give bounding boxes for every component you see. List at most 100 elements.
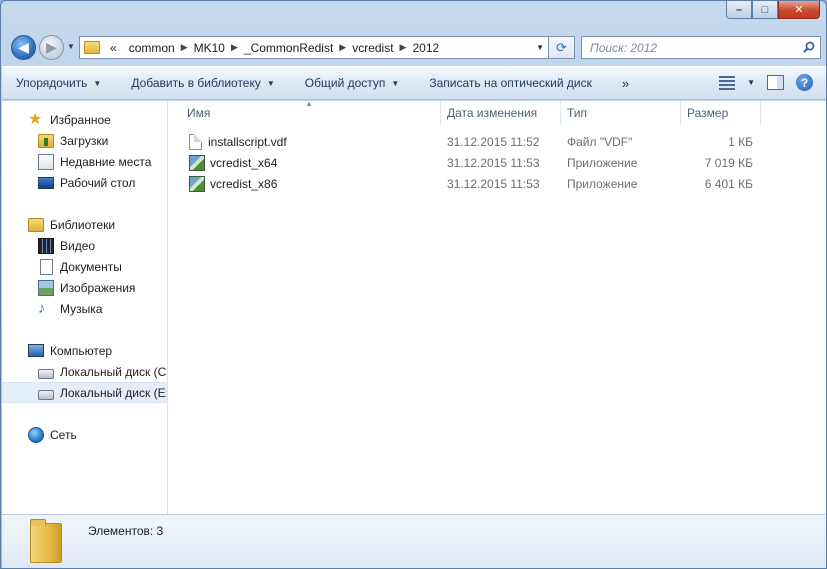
file-type: Файл "VDF" [567, 134, 633, 149]
chevron-right-icon[interactable]: ▶ [400, 42, 407, 53]
share-button[interactable]: Общий доступ ▼ [305, 76, 400, 90]
nav-item-documents[interactable]: Документы [2, 256, 167, 277]
navigation-pane[interactable]: ★ Избранное Загрузки Недавние места Рабо… [2, 101, 168, 514]
nav-item-images[interactable]: Изображения [2, 277, 167, 298]
nav-item-drive-e[interactable]: Локальный диск (E:) [2, 382, 167, 403]
nav-network-label: Сеть [50, 427, 77, 442]
nav-item-video[interactable]: Видео [2, 235, 167, 256]
content-area: ★ Избранное Загрузки Недавние места Рабо… [2, 99, 826, 514]
vdf-file-icon [189, 133, 202, 150]
nav-computer-label: Компьютер [50, 343, 113, 358]
nav-item-label: Локальный диск (E:) [60, 385, 167, 400]
forward-button[interactable]: ▶ [39, 35, 64, 60]
burn-label: Записать на оптический диск [429, 76, 592, 90]
more-commands-button[interactable]: » [622, 76, 629, 91]
chevron-right-icon[interactable]: ▶ [181, 42, 188, 53]
maximize-button[interactable]: □ [752, 1, 778, 19]
system-drive-icon [38, 368, 54, 379]
video-library-icon [38, 237, 54, 254]
desktop-icon [38, 176, 54, 189]
nav-item-label: Музыка [60, 301, 103, 316]
explorer-window: – □ ✕ ◀ ▶ ▼ « common ▶ MK10 ▶ _CommonRed… [0, 0, 827, 569]
nav-item-label: Недавние места [60, 154, 152, 169]
hard-drive-icon [38, 389, 54, 400]
file-size: 1 КБ [728, 134, 753, 149]
nav-item-label: Изображения [60, 280, 136, 295]
nav-favorites-label: Избранное [50, 112, 111, 127]
chevron-down-icon: ▼ [266, 78, 275, 88]
nav-network[interactable]: Сеть [2, 424, 167, 445]
recent-pages-dropdown[interactable]: ▼ [67, 42, 75, 51]
search-input[interactable] [590, 40, 790, 55]
file-list[interactable]: ▲ Имя Дата изменения Тип Размер installs… [169, 99, 826, 514]
file-type: Приложение [567, 176, 638, 191]
nav-favorites[interactable]: ★ Избранное [2, 109, 167, 130]
breadcrumb-overflow[interactable]: « [104, 41, 123, 55]
back-button[interactable]: ◀ [11, 35, 36, 60]
documents-library-icon [40, 258, 53, 275]
file-name-cell[interactable]: installscript.vdf [189, 131, 287, 152]
file-name: vcredist_x86 [210, 176, 278, 191]
nav-item-music[interactable]: ♪ Музыка [2, 298, 167, 319]
item-count: Элементов: 3 [88, 524, 164, 538]
breadcrumb-commonredist[interactable]: _CommonRedist [238, 41, 339, 55]
nav-item-drive-c[interactable]: Локальный диск (C:) [2, 361, 167, 382]
nav-item-recent-places[interactable]: Недавние места [2, 151, 167, 172]
nav-computer[interactable]: Компьютер [2, 340, 167, 361]
help-icon[interactable]: ? [796, 74, 813, 91]
column-header-name[interactable]: Имя [181, 101, 441, 125]
view-options-dropdown[interactable]: ▼ [747, 78, 755, 87]
nav-item-desktop[interactable]: Рабочий стол [2, 172, 167, 193]
burn-button[interactable]: Записать на оптический диск [429, 76, 592, 90]
nav-item-label: Рабочий стол [60, 175, 136, 190]
file-name-cell[interactable]: vcredist_x64 [189, 152, 277, 173]
star-icon: ★ [28, 110, 43, 128]
installer-icon [189, 154, 205, 171]
file-row[interactable]: vcredist_x86 31.12.2015 11:53 Приложение… [169, 173, 826, 194]
file-name: installscript.vdf [208, 134, 287, 149]
address-history-dropdown[interactable]: ▼ [536, 43, 544, 52]
more-chevron-icon: » [621, 75, 630, 91]
folder-icon [30, 519, 62, 563]
column-header-type[interactable]: Тип [561, 101, 681, 125]
add-to-library-button[interactable]: Добавить в библиотеку ▼ [131, 76, 274, 90]
refresh-button[interactable]: ⟳ [549, 36, 575, 59]
caption-buttons: – □ ✕ [726, 1, 820, 19]
navigation-row: ◀ ▶ ▼ « common ▶ MK10 ▶ _CommonRedist ▶ … [9, 33, 821, 61]
search-icon[interactable] [803, 41, 815, 53]
nav-item-label: Документы [60, 259, 122, 274]
file-name-cell[interactable]: vcredist_x86 [189, 173, 277, 194]
file-date: 31.12.2015 11:53 [447, 155, 540, 170]
close-button[interactable]: ✕ [778, 1, 820, 19]
file-name: vcredist_x64 [210, 155, 278, 170]
search-box[interactable] [581, 36, 821, 59]
breadcrumb-vcredist[interactable]: vcredist [346, 41, 399, 55]
column-header-size[interactable]: Размер [681, 101, 761, 125]
chevron-right-icon[interactable]: ▶ [339, 42, 346, 53]
chevron-right-icon[interactable]: ▶ [231, 42, 238, 53]
folder-icon [84, 41, 100, 54]
organize-button[interactable]: Упорядочить ▼ [16, 76, 101, 90]
organize-label: Упорядочить [16, 76, 88, 90]
file-row[interactable]: installscript.vdf 31.12.2015 11:52 Файл … [169, 131, 826, 152]
preview-pane-icon[interactable] [767, 75, 784, 90]
minimize-button[interactable]: – [726, 1, 752, 19]
breadcrumb-common[interactable]: common [123, 41, 181, 55]
nav-libraries[interactable]: Библиотеки [2, 214, 167, 235]
column-header-date[interactable]: Дата изменения [441, 101, 561, 125]
breadcrumb-mk10[interactable]: MK10 [188, 41, 231, 55]
network-icon [28, 426, 44, 443]
back-arrow-icon: ◀ [18, 39, 29, 55]
nav-libraries-label: Библиотеки [50, 217, 116, 232]
file-size: 7 019 КБ [704, 155, 753, 170]
view-options-icon[interactable] [719, 75, 736, 90]
file-type: Приложение [567, 155, 638, 170]
installer-icon [189, 175, 205, 192]
file-size: 6 401 КБ [704, 176, 753, 191]
address-bar[interactable]: « common ▶ MK10 ▶ _CommonRedist ▶ vcredi… [79, 36, 549, 59]
nav-item-downloads[interactable]: Загрузки [2, 130, 167, 151]
pictures-library-icon [38, 279, 54, 296]
file-row[interactable]: vcredist_x64 31.12.2015 11:53 Приложение… [169, 152, 826, 173]
nav-item-label: Локальный диск (C:) [60, 364, 167, 379]
breadcrumb-2012[interactable]: 2012 [406, 41, 445, 55]
